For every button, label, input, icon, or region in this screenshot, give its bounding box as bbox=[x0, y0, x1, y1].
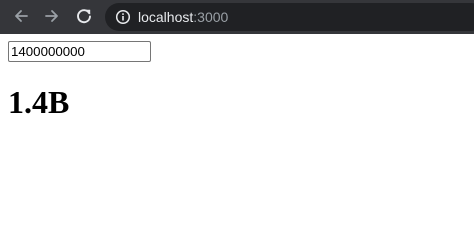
info-icon[interactable] bbox=[115, 9, 131, 25]
url-host: localhost bbox=[138, 9, 194, 25]
reload-button[interactable] bbox=[73, 5, 95, 27]
forward-button[interactable] bbox=[41, 5, 63, 27]
address-bar[interactable]: localhost:3000 bbox=[105, 3, 474, 31]
back-button[interactable] bbox=[10, 5, 32, 27]
arrow-right-icon bbox=[45, 10, 58, 22]
url-port: :3000 bbox=[193, 9, 229, 25]
url-text[interactable]: localhost:3000 bbox=[138, 9, 228, 25]
browser-toolbar: localhost:3000 bbox=[0, 0, 474, 34]
formatted-number-heading: 1.4B bbox=[8, 84, 70, 120]
reload-icon bbox=[77, 9, 91, 24]
page-content: 1.4B bbox=[0, 34, 474, 249]
arrow-left-icon bbox=[15, 10, 28, 22]
number-input[interactable] bbox=[8, 41, 151, 62]
